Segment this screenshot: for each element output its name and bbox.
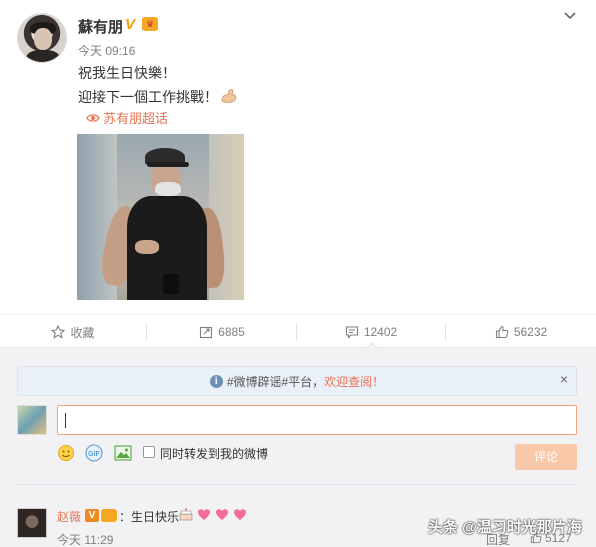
submit-comment-button[interactable]: 评论 bbox=[515, 444, 577, 470]
repost-icon bbox=[200, 326, 213, 339]
weibo-post: 蘇有朋 V ♛ 今天 09:16 祝我生日快樂！ 迎接下一個工作挑戰！ 苏有朋超… bbox=[0, 0, 596, 314]
supertopic-link[interactable]: 苏有朋超话 bbox=[86, 108, 168, 127]
comment-time: 今天 11:29 bbox=[57, 533, 114, 547]
author-name[interactable]: 蘇有朋 bbox=[78, 16, 123, 37]
cake-emoji-icon bbox=[178, 506, 194, 522]
post-time[interactable]: 今天 09:16 bbox=[78, 42, 135, 59]
post-text-line2: 迎接下一個工作挑戰！ bbox=[78, 87, 238, 107]
verified-badge-icon[interactable]: V bbox=[85, 509, 99, 522]
photo-hand bbox=[135, 240, 159, 254]
supertopic-icon bbox=[86, 111, 100, 125]
watermark-text: 头条 @温习时光那片海 bbox=[428, 519, 582, 536]
photo-phone bbox=[163, 274, 179, 294]
notice-text: #微博辟谣#平台， bbox=[226, 374, 325, 389]
image-icon[interactable] bbox=[114, 444, 132, 462]
comment-divider bbox=[17, 484, 577, 485]
repost-button[interactable]: 6885 bbox=[148, 315, 296, 349]
rumor-notice-banner: i #微博辟谣#平台， 欢迎查阅！ bbox=[17, 366, 577, 396]
supertopic-label: 苏有朋超话 bbox=[103, 111, 169, 126]
repost-to-weibo-label[interactable]: 同时转发到我的微博 bbox=[160, 445, 268, 462]
svg-text:GIF: GIF bbox=[88, 451, 100, 458]
star-icon bbox=[51, 325, 66, 339]
gif-icon[interactable]: GIF bbox=[85, 444, 103, 462]
comment-icon bbox=[345, 326, 358, 339]
info-icon: i bbox=[209, 374, 223, 388]
emoji-icon[interactable] bbox=[57, 444, 75, 462]
member-crown-icon[interactable]: ♛ bbox=[142, 17, 158, 31]
comment-text: ：生日快乐 bbox=[119, 510, 180, 524]
avatar-body bbox=[26, 50, 60, 62]
verified-badge-icon[interactable]: V bbox=[125, 17, 141, 32]
flexed-biceps-emoji-icon bbox=[220, 88, 238, 104]
like-count: 56232 bbox=[513, 325, 548, 339]
post-text-line1: 祝我生日快樂！ bbox=[78, 65, 176, 81]
member-crown-icon[interactable] bbox=[101, 509, 117, 522]
post-action-bar: 收藏 6885 12402 56232 bbox=[0, 314, 596, 348]
photo-cap-brim bbox=[147, 162, 189, 167]
author-avatar[interactable] bbox=[17, 13, 67, 63]
like-button[interactable]: 56232 bbox=[446, 315, 596, 349]
post-text-line2-label: 迎接下一個工作挑戰！ bbox=[78, 89, 218, 105]
comment-count: 12402 bbox=[363, 325, 398, 339]
avatar-face bbox=[34, 28, 52, 50]
repost-to-weibo-checkbox[interactable] bbox=[143, 446, 155, 458]
notice-link[interactable]: 欢迎查阅！ bbox=[324, 373, 384, 390]
commenter-avatar[interactable] bbox=[17, 508, 47, 538]
heart-emoji-icon bbox=[232, 506, 248, 522]
photo-mask bbox=[155, 182, 181, 196]
text-caret bbox=[65, 413, 66, 428]
heart-emoji-icon bbox=[214, 506, 230, 522]
action-divider bbox=[146, 323, 147, 341]
current-user-avatar[interactable] bbox=[17, 405, 47, 435]
favorite-label: 收藏 bbox=[70, 325, 95, 340]
favorite-button[interactable]: 收藏 bbox=[0, 315, 146, 349]
repost-count: 6885 bbox=[218, 325, 245, 339]
chevron-down-icon[interactable] bbox=[563, 9, 577, 23]
thumbs-up-icon bbox=[495, 325, 509, 339]
heart-emoji-icon bbox=[196, 506, 212, 522]
comment-emojis bbox=[178, 506, 250, 522]
comment-input[interactable] bbox=[57, 405, 577, 435]
close-icon[interactable]: × bbox=[557, 372, 571, 386]
commenter-name[interactable]: 赵薇 bbox=[57, 508, 81, 525]
post-photo[interactable] bbox=[77, 134, 244, 300]
